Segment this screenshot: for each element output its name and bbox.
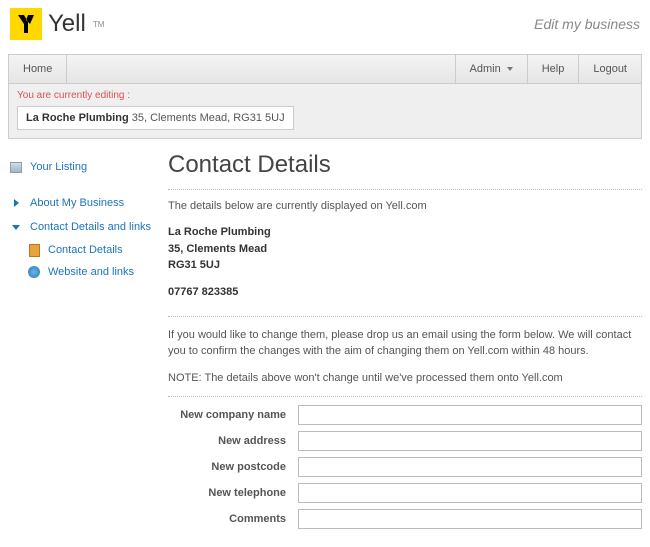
trademark: TM: [93, 20, 105, 29]
editing-bar: You are currently editing : La Roche Plu…: [8, 84, 642, 139]
chevron-down-icon: [10, 221, 22, 233]
form-row-telephone: New telephone: [168, 483, 642, 503]
editing-business-name: La Roche Plumbing: [26, 112, 129, 124]
input-postcode[interactable]: [298, 457, 642, 477]
header: Yell TM Edit my business: [0, 0, 650, 44]
sidebar-contact-section[interactable]: Contact Details and links: [8, 215, 158, 239]
sidebar-contact-details[interactable]: Contact Details: [26, 239, 158, 261]
form-row-company: New company name: [168, 405, 642, 425]
business-details: La Roche Plumbing 35, Clements Mead RG31…: [168, 224, 642, 274]
main: Your Listing About My Business Contact D…: [0, 139, 650, 547]
chevron-right-icon: [10, 197, 22, 209]
page-title: Contact Details: [168, 151, 642, 179]
sidebar: Your Listing About My Business Contact D…: [8, 151, 158, 535]
label-comments: Comments: [168, 513, 298, 525]
editing-label: You are currently editing :: [17, 90, 633, 101]
sidebar-your-listing[interactable]: Your Listing: [8, 155, 158, 179]
processing-note: NOTE: The details above won't change unt…: [168, 370, 642, 387]
tagline: Edit my business: [534, 16, 640, 32]
sidebar-item-label: Your Listing: [30, 161, 87, 173]
sidebar-item-label: Contact Details and links: [30, 221, 151, 233]
nav-admin-label: Admin: [470, 63, 501, 75]
sidebar-website-links[interactable]: Website and links: [26, 261, 158, 283]
yell-logo-icon: [10, 8, 42, 40]
business-addr1: 35, Clements Mead: [168, 241, 642, 258]
nav-home[interactable]: Home: [9, 55, 67, 83]
business-postcode: RG31 5UJ: [168, 257, 642, 274]
nav-logout-label: Logout: [593, 63, 627, 75]
chevron-down-icon: [507, 67, 513, 71]
globe-icon: [28, 266, 40, 278]
navbar: Home Admin Help Logout: [8, 54, 642, 84]
logo[interactable]: Yell TM: [10, 8, 104, 40]
content: Contact Details The details below are cu…: [168, 151, 642, 535]
nav-home-label: Home: [23, 63, 52, 75]
change-note: If you would like to change them, please…: [168, 327, 642, 360]
editing-business-address: 35, Clements Mead, RG31 5UJ: [132, 112, 285, 124]
intro-text: The details below are currently displaye…: [168, 200, 642, 212]
form-row-postcode: New postcode: [168, 457, 642, 477]
image-icon: [10, 161, 22, 173]
divider: [168, 189, 642, 190]
label-address: New address: [168, 435, 298, 447]
editing-selection[interactable]: La Roche Plumbing 35, Clements Mead, RG3…: [17, 106, 294, 130]
form-row-comments: Comments: [168, 509, 642, 529]
business-phone: 07767 823385: [168, 286, 642, 298]
nav-logout[interactable]: Logout: [578, 55, 641, 83]
input-comments[interactable]: [298, 509, 642, 529]
nav-help-label: Help: [542, 63, 565, 75]
sidebar-item-label: About My Business: [30, 197, 124, 209]
business-name: La Roche Plumbing: [168, 224, 642, 241]
divider: [168, 396, 642, 397]
divider: [168, 316, 642, 317]
sidebar-about-business[interactable]: About My Business: [8, 191, 158, 215]
input-address[interactable]: [298, 431, 642, 451]
sidebar-item-label: Website and links: [48, 266, 134, 278]
nav-help[interactable]: Help: [527, 55, 579, 83]
label-company: New company name: [168, 409, 298, 421]
brand-name: Yell: [48, 10, 86, 38]
input-company[interactable]: [298, 405, 642, 425]
sidebar-item-label: Contact Details: [48, 244, 123, 256]
form-row-address: New address: [168, 431, 642, 451]
document-icon: [28, 244, 40, 256]
label-postcode: New postcode: [168, 461, 298, 473]
label-telephone: New telephone: [168, 487, 298, 499]
input-telephone[interactable]: [298, 483, 642, 503]
nav-admin[interactable]: Admin: [455, 55, 527, 83]
